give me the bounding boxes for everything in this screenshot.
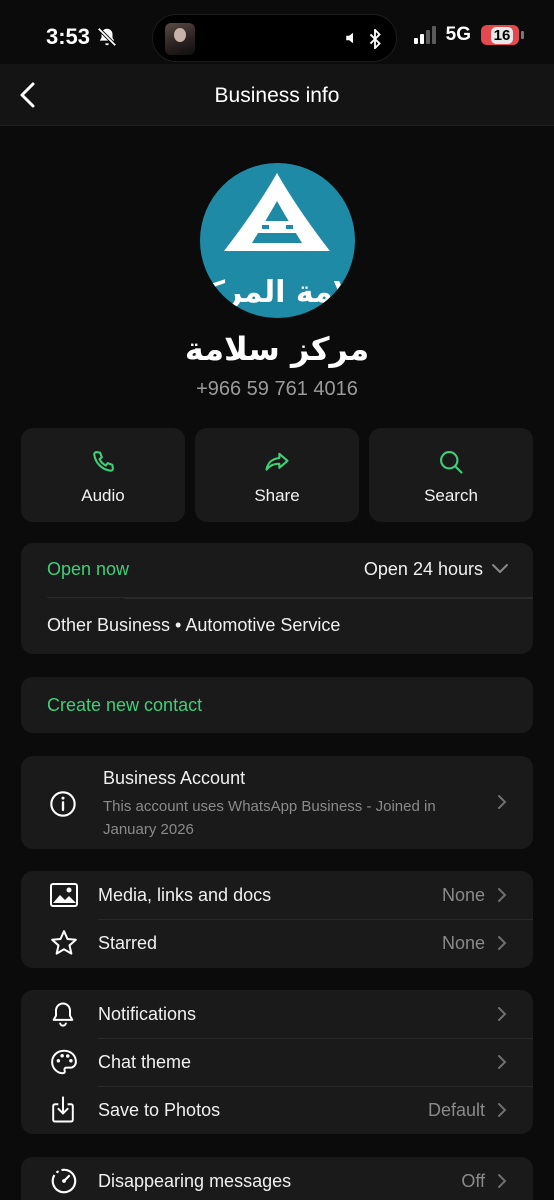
disappearing-messages-card: Disappearing messages Off	[21, 1157, 533, 1200]
palette-icon	[51, 1049, 77, 1075]
search-icon	[440, 451, 463, 474]
network-type: 5G	[445, 24, 471, 45]
chevron-right-icon	[498, 1174, 507, 1188]
create-contact-button[interactable]: Create new contact	[21, 677, 533, 733]
business-name: مركز سلامة	[184, 330, 370, 368]
starred-label: Starred	[98, 933, 158, 953]
info-icon	[50, 791, 76, 817]
disappearing-messages-row[interactable]: Disappearing messages Off	[21, 1157, 533, 1200]
open-status: Open now	[47, 559, 130, 579]
category-row: Other Business • Automotive Service	[47, 597, 533, 653]
dynamic-island[interactable]	[152, 14, 397, 62]
hours-schedule: Open 24 hours	[363, 559, 483, 579]
media-card: Media, links and docs None Starred None	[21, 871, 533, 968]
business-account-description: This account uses WhatsApp Business - Jo…	[103, 798, 436, 838]
bell-icon	[52, 1002, 74, 1027]
business-account-title: Business Account	[103, 768, 246, 788]
status-bar: 3:53 5G 16	[0, 0, 554, 64]
notifications-row[interactable]: Notifications	[21, 990, 533, 1038]
signal-icon	[413, 26, 436, 44]
image-icon	[50, 883, 78, 907]
chevron-right-icon	[498, 1103, 507, 1117]
starred-row[interactable]: Starred None	[21, 919, 533, 967]
speaker-icon	[346, 32, 353, 44]
nav-bar: Business info	[0, 64, 554, 126]
audio-label: Audio	[81, 486, 125, 505]
business-hours-card: Open now Open 24 hours Other Business • …	[21, 543, 533, 654]
battery-level: 16	[490, 26, 514, 44]
chat-settings-card: Notifications Chat theme Save to Photos …	[21, 990, 533, 1134]
disappearing-label: Disappearing messages	[98, 1171, 292, 1191]
status-time: 3:53	[46, 24, 118, 50]
share-icon	[265, 452, 289, 471]
media-links-docs-row[interactable]: Media, links and docs None	[21, 871, 533, 919]
notifications-label: Notifications	[98, 1004, 197, 1024]
business-phone: +966 59 761 4016	[196, 378, 358, 400]
save-to-photos-label: Save to Photos	[98, 1100, 221, 1120]
business-category: Other Business • Automotive Service	[47, 615, 341, 635]
chevron-right-icon	[498, 936, 507, 950]
star-icon	[51, 930, 77, 955]
search-button[interactable]: Search	[369, 428, 533, 522]
business-avatar[interactable]: لامة المركز	[200, 163, 355, 318]
timer-icon	[51, 1168, 77, 1194]
media-value: None	[441, 885, 485, 905]
chat-theme-row[interactable]: Chat theme	[21, 1038, 533, 1086]
chat-theme-label: Chat theme	[98, 1052, 192, 1072]
now-playing-thumbnail	[165, 23, 195, 55]
share-label: Share	[254, 486, 300, 505]
action-buttons: Audio Share Search	[21, 428, 533, 522]
chevron-down-icon	[492, 564, 508, 574]
save-to-photos-value: Default	[427, 1100, 485, 1120]
download-icon	[52, 1096, 74, 1123]
phone-icon	[93, 451, 114, 472]
search-label: Search	[424, 486, 478, 505]
share-button[interactable]: Share	[195, 428, 359, 522]
chevron-right-icon	[498, 1007, 507, 1021]
media-label: Media, links and docs	[98, 885, 272, 905]
audio-call-button[interactable]: Audio	[21, 428, 185, 522]
disappearing-value: Off	[461, 1171, 485, 1191]
hours-row[interactable]: Open now Open 24 hours	[21, 543, 533, 597]
business-account-row[interactable]: Business Account This account uses Whats…	[21, 756, 533, 849]
chevron-right-icon	[498, 795, 507, 809]
chevron-right-icon	[498, 888, 507, 902]
page-title: Business info	[214, 84, 340, 107]
save-to-photos-row[interactable]: Save to Photos Default	[21, 1086, 533, 1134]
create-contact-label: Create new contact	[47, 695, 203, 715]
clock-text: 3:53	[46, 24, 91, 49]
island-icons	[344, 29, 382, 49]
chevron-right-icon	[498, 1055, 507, 1069]
bell-slash-icon	[97, 27, 117, 47]
battery-icon: 16	[481, 25, 524, 45]
bluetooth-icon	[369, 29, 381, 49]
starred-value: None	[441, 933, 485, 953]
avatar-logo-text: لامة المركز	[200, 275, 355, 310]
